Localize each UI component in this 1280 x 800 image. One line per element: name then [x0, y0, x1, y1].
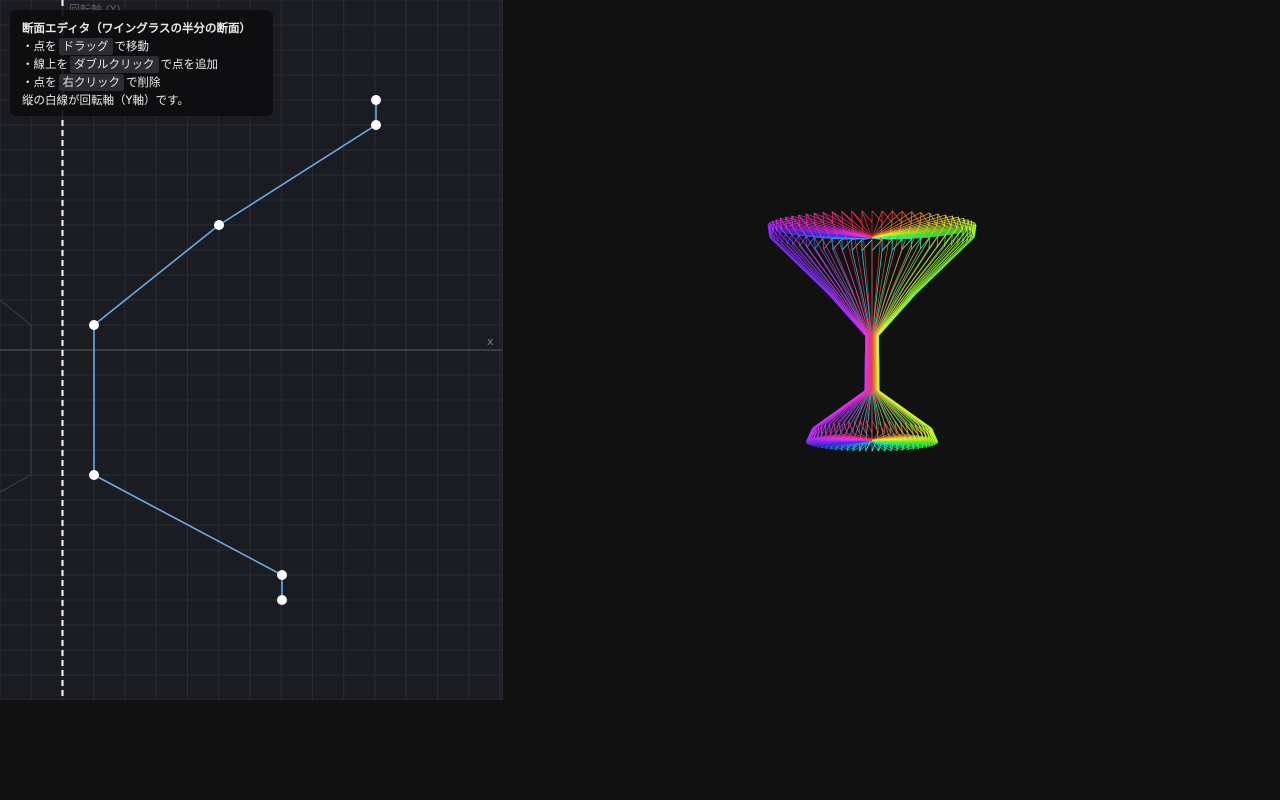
help-key-drag: ドラッグ: [58, 38, 113, 55]
control-point[interactable]: [89, 320, 99, 330]
control-point[interactable]: [89, 470, 99, 480]
help-row-prefix: ・点を: [22, 75, 57, 89]
help-row-prefix: ・線上を: [22, 57, 68, 71]
control-point[interactable]: [371, 95, 381, 105]
control-point[interactable]: [214, 220, 224, 230]
help-key-right-click: 右クリック: [58, 74, 124, 91]
control-point[interactable]: [277, 570, 287, 580]
help-row-add: ・線上を ダブルクリック で点を追加: [22, 55, 261, 73]
help-footer: 縦の白線が回転軸（Y軸）です。: [22, 93, 189, 107]
help-row-suffix: で移動: [114, 39, 150, 53]
help-row-drag: ・点を ドラッグ で移動: [22, 37, 261, 55]
control-point[interactable]: [277, 595, 287, 605]
help-row-suffix: で点を追加: [160, 57, 219, 71]
help-row-suffix: で削除: [126, 75, 161, 89]
help-row-delete: ・点を 右クリック で削除: [22, 73, 261, 91]
help-row-prefix: ・点を: [22, 39, 57, 53]
help-panel: 断面エディタ（ワイングラスの半分の断面） ・点を ドラッグ で移動 ・線上を ダブルク…: [10, 10, 273, 116]
mirror-profile-ghost: [0, 299, 32, 493]
help-key-double-click: ダブルクリック: [70, 56, 159, 73]
x-axis-label: x: [487, 335, 494, 348]
wine-glass-wireframe: [767, 209, 977, 452]
help-title: 断面エディタ（ワイングラスの半分の断面）: [22, 21, 251, 35]
control-point[interactable]: [371, 120, 381, 130]
3d-viewport[interactable]: [503, 0, 1280, 700]
wine-glass-render[interactable]: [503, 0, 1280, 700]
profile-editor-panel[interactable]: 回転軸 (Y) x 断面エディタ（ワイングラスの半分の断面） ・点をドラッグで移…: [0, 0, 503, 700]
